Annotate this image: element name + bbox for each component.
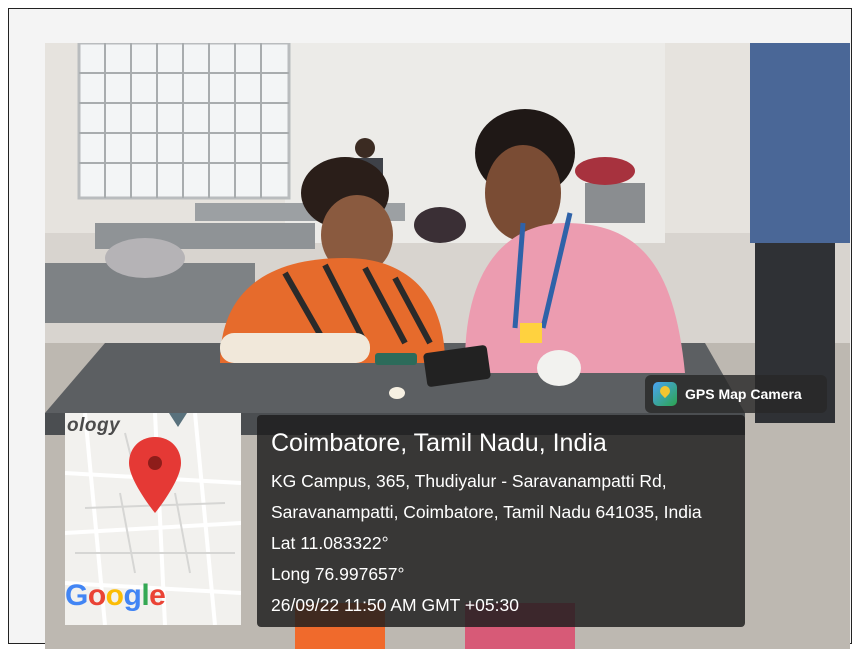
google-letter: o bbox=[105, 579, 124, 612]
google-letter: G bbox=[65, 579, 88, 612]
longitude: Long 76.997657° bbox=[271, 564, 405, 584]
classroom-photo: GPS Map Camera ology Google Coimbatore, … bbox=[45, 43, 850, 649]
google-letter: e bbox=[149, 579, 166, 612]
google-letter: l bbox=[141, 579, 150, 612]
gps-camera-label: GPS Map Camera bbox=[685, 386, 802, 402]
google-logo: Google bbox=[65, 579, 166, 613]
cloth bbox=[537, 350, 581, 386]
map-brand-text: ology bbox=[67, 415, 121, 436]
address-line-1: KG Campus, 365, Thudiyalur - Saravanampa… bbox=[271, 471, 667, 491]
address-line-2: Saravanampatti, Coimbatore, Tamil Nadu 6… bbox=[271, 502, 702, 522]
photo-frame: GPS Map Camera ology Google Coimbatore, … bbox=[8, 8, 852, 649]
red-bag bbox=[575, 157, 635, 185]
standing-person bbox=[750, 43, 850, 243]
timestamp: 26/09/22 11:50 AM GMT +05:30 bbox=[271, 595, 519, 615]
google-letter: g bbox=[123, 579, 142, 612]
pin-icon bbox=[129, 437, 181, 513]
gps-camera-badge: GPS Map Camera bbox=[645, 375, 827, 413]
latitude: Lat 11.083322° bbox=[271, 533, 389, 553]
gps-map-camera-icon bbox=[653, 382, 677, 406]
google-letter: o bbox=[87, 579, 106, 612]
map-thumbnail: ology Google bbox=[65, 413, 241, 625]
location-info-panel: Coimbatore, Tamil Nadu, India KG Campus,… bbox=[257, 415, 745, 627]
location-title: Coimbatore, Tamil Nadu, India bbox=[271, 429, 607, 457]
